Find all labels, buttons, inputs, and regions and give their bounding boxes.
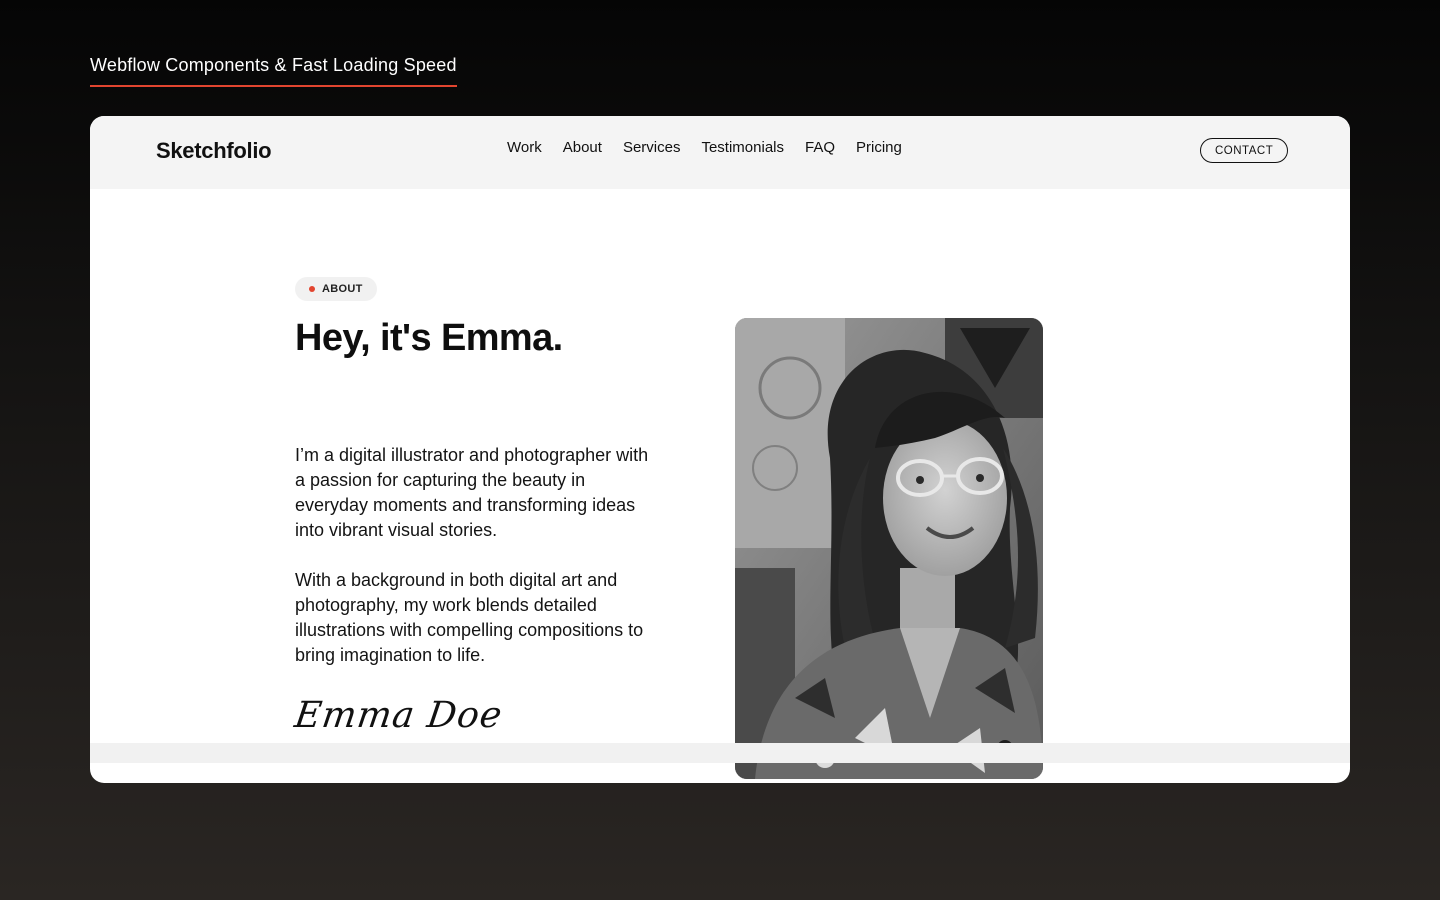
about-paragraph-2: With a background in both digital art an…: [295, 570, 644, 665]
about-paragraph-1: I’m a digital illustrator and photograph…: [295, 445, 649, 540]
promo-caption: Webflow Components & Fast Loading Speed: [90, 55, 457, 87]
brand-logo[interactable]: Sketchfolio: [156, 138, 272, 164]
signature: Emma Doe: [292, 695, 506, 736]
nav-link-work[interactable]: Work: [507, 139, 542, 156]
nav-link-about[interactable]: About: [563, 139, 602, 156]
nav-links: Work About Services Testimonials FAQ Pri…: [507, 139, 902, 156]
about-headline: Hey, it's Emma.: [295, 317, 563, 359]
contact-button[interactable]: CONTACT: [1200, 138, 1289, 163]
navbar: Sketchfolio Work About Services Testimon…: [90, 116, 1350, 189]
nav-link-services[interactable]: Services: [623, 139, 681, 156]
portrait-photo-icon: [735, 318, 1043, 779]
nav-link-testimonials[interactable]: Testimonials: [701, 139, 784, 156]
portrait-photo: [735, 318, 1043, 779]
nav-link-faq[interactable]: FAQ: [805, 139, 835, 156]
badge-dot-icon: [309, 286, 315, 292]
website-preview-frame: Sketchfolio Work About Services Testimon…: [90, 116, 1350, 783]
badge-label: ABOUT: [322, 283, 363, 295]
about-badge: ABOUT: [295, 277, 377, 301]
nav-link-pricing[interactable]: Pricing: [856, 139, 902, 156]
section-divider: [90, 743, 1350, 763]
about-section: ABOUT Hey, it's Emma. I’m a digital illu…: [90, 189, 1350, 779]
